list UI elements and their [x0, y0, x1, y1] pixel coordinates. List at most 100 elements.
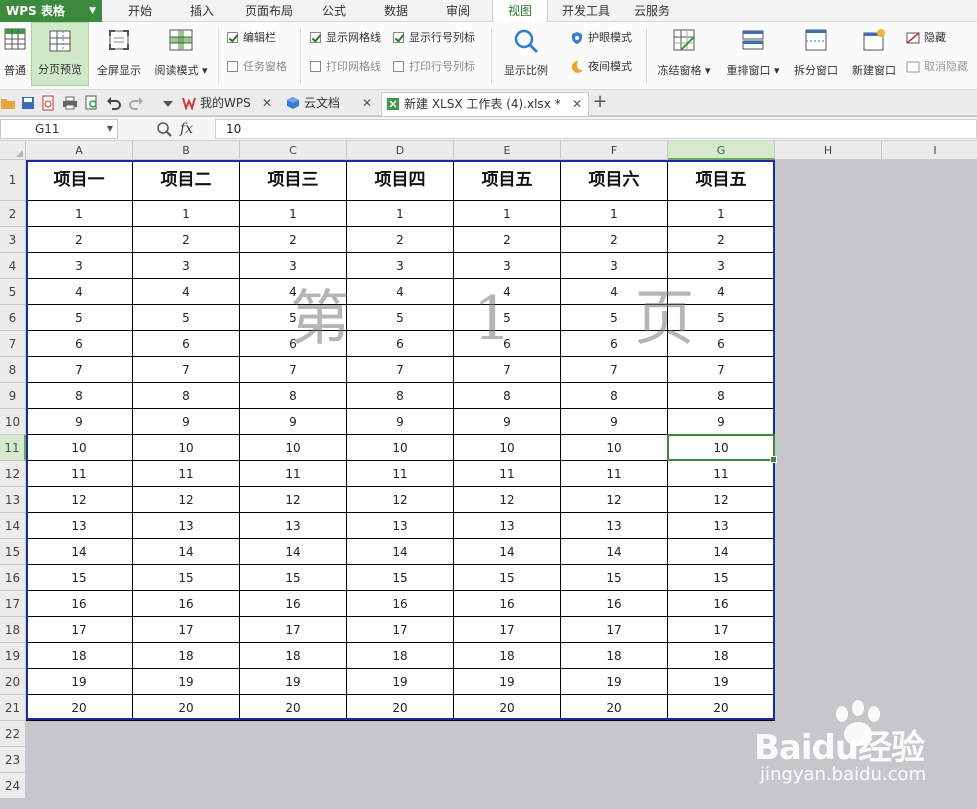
cell-f9[interactable]: 8	[561, 383, 668, 409]
menu-home[interactable]: 开始	[118, 0, 162, 22]
cell-c10[interactable]: 9	[240, 409, 347, 435]
menu-insert[interactable]: 插入	[180, 0, 224, 22]
column-header-f[interactable]: F	[561, 141, 668, 160]
cell-f13[interactable]: 12	[561, 487, 668, 513]
cell-f14[interactable]: 13	[561, 513, 668, 539]
cell-g9[interactable]: 8	[668, 383, 775, 409]
cell-a15[interactable]: 14	[26, 539, 133, 565]
cell-d20[interactable]: 19	[347, 669, 454, 695]
cell-g19[interactable]: 18	[668, 643, 775, 669]
cell-a8[interactable]: 7	[26, 357, 133, 383]
close-tab-icon[interactable]: ✕	[572, 93, 582, 115]
eye-protection-button[interactable]: 护眼模式	[570, 30, 632, 46]
cell-d9[interactable]: 8	[347, 383, 454, 409]
cell-c19[interactable]: 18	[240, 643, 347, 669]
cell-g15[interactable]: 14	[668, 539, 775, 565]
row-header-23[interactable]: 23	[0, 747, 26, 773]
row-header-24[interactable]: 24	[0, 773, 26, 799]
cell-c16[interactable]: 15	[240, 565, 347, 591]
zoom-button[interactable]: 显示比例	[498, 22, 554, 86]
select-all-corner[interactable]	[0, 141, 26, 160]
formula-input[interactable]: 10	[215, 119, 977, 139]
cell-e6[interactable]: 5	[454, 305, 561, 331]
menu-page-layout[interactable]: 页面布局	[238, 0, 300, 22]
normal-view-button[interactable]: 普通	[0, 22, 30, 86]
cell-f8[interactable]: 7	[561, 357, 668, 383]
cell-b4[interactable]: 3	[133, 253, 240, 279]
cell-b8[interactable]: 7	[133, 357, 240, 383]
cell-c7[interactable]: 6	[240, 331, 347, 357]
cell-g10[interactable]: 9	[668, 409, 775, 435]
cell-c20[interactable]: 19	[240, 669, 347, 695]
row-header-18[interactable]: 18	[0, 617, 26, 643]
tab-cloud-docs[interactable]: 云文档 ✕	[282, 92, 378, 116]
tab-my-wps[interactable]: 我的WPS ✕	[178, 92, 278, 116]
cell-b17[interactable]: 16	[133, 591, 240, 617]
print-preview-icon[interactable]	[84, 95, 100, 111]
cell-a5[interactable]: 4	[26, 279, 133, 305]
cell-a19[interactable]: 18	[26, 643, 133, 669]
menu-formulas[interactable]: 公式	[314, 0, 354, 22]
column-header-e[interactable]: E	[454, 141, 561, 160]
full-screen-button[interactable]: 全屏显示	[92, 22, 146, 86]
cell-d15[interactable]: 14	[347, 539, 454, 565]
redo-icon[interactable]	[128, 95, 144, 111]
cell-f20[interactable]: 19	[561, 669, 668, 695]
cell-f7[interactable]: 6	[561, 331, 668, 357]
header-cell-f[interactable]: 项目六	[561, 160, 668, 201]
cell-e4[interactable]: 3	[454, 253, 561, 279]
cell-f15[interactable]: 14	[561, 539, 668, 565]
column-header-g[interactable]: G	[668, 141, 775, 160]
menu-developer[interactable]: 开发工具	[556, 0, 616, 22]
cell-f18[interactable]: 17	[561, 617, 668, 643]
app-menu-button[interactable]: WPS 表格 ▼	[0, 0, 102, 22]
cell-g13[interactable]: 12	[668, 487, 775, 513]
cell-f2[interactable]: 1	[561, 201, 668, 227]
cell-e10[interactable]: 9	[454, 409, 561, 435]
close-tab-icon[interactable]: ✕	[262, 92, 272, 114]
row-header-20[interactable]: 20	[0, 669, 26, 695]
cell-d16[interactable]: 15	[347, 565, 454, 591]
cell-g5[interactable]: 4	[668, 279, 775, 305]
cell-e21[interactable]: 20	[454, 695, 561, 721]
cell-d12[interactable]: 11	[347, 461, 454, 487]
print-gridlines-checkbox[interactable]: 打印网格线	[310, 59, 381, 75]
print-headings-checkbox[interactable]: 打印行号列标	[393, 59, 475, 75]
cell-g8[interactable]: 7	[668, 357, 775, 383]
row-header-22[interactable]: 22	[0, 721, 26, 747]
cell-c13[interactable]: 12	[240, 487, 347, 513]
cell-e11[interactable]: 10	[454, 435, 561, 461]
row-header-17[interactable]: 17	[0, 591, 26, 617]
row-header-16[interactable]: 16	[0, 565, 26, 591]
cell-g3[interactable]: 2	[668, 227, 775, 253]
cell-b13[interactable]: 12	[133, 487, 240, 513]
cell-e2[interactable]: 1	[454, 201, 561, 227]
new-tab-plus-icon[interactable]: +	[592, 93, 608, 113]
cell-a11[interactable]: 10	[26, 435, 133, 461]
header-cell-b[interactable]: 项目二	[133, 160, 240, 201]
row-header-6[interactable]: 6	[0, 305, 26, 331]
cell-b15[interactable]: 14	[133, 539, 240, 565]
show-headings-checkbox[interactable]: 显示行号列标	[393, 30, 475, 46]
show-gridlines-checkbox[interactable]: 显示网格线	[310, 30, 381, 46]
header-cell-g[interactable]: 项目五	[668, 160, 775, 201]
cell-a17[interactable]: 16	[26, 591, 133, 617]
cell-a3[interactable]: 2	[26, 227, 133, 253]
cell-d14[interactable]: 13	[347, 513, 454, 539]
cell-b3[interactable]: 2	[133, 227, 240, 253]
cell-c15[interactable]: 14	[240, 539, 347, 565]
cell-f12[interactable]: 11	[561, 461, 668, 487]
cell-f4[interactable]: 3	[561, 253, 668, 279]
cell-a2[interactable]: 1	[26, 201, 133, 227]
row-header-3[interactable]: 3	[0, 227, 26, 253]
cell-c21[interactable]: 20	[240, 695, 347, 721]
cell-a4[interactable]: 3	[26, 253, 133, 279]
export-pdf-icon[interactable]	[40, 95, 56, 111]
column-header-h[interactable]: H	[775, 141, 882, 160]
cell-e14[interactable]: 13	[454, 513, 561, 539]
cell-d13[interactable]: 12	[347, 487, 454, 513]
cell-d6[interactable]: 5	[347, 305, 454, 331]
menu-review[interactable]: 审阅	[436, 0, 480, 22]
insert-function-icon[interactable]: fx	[180, 119, 200, 139]
name-box[interactable]: G11 ▼	[0, 119, 118, 139]
